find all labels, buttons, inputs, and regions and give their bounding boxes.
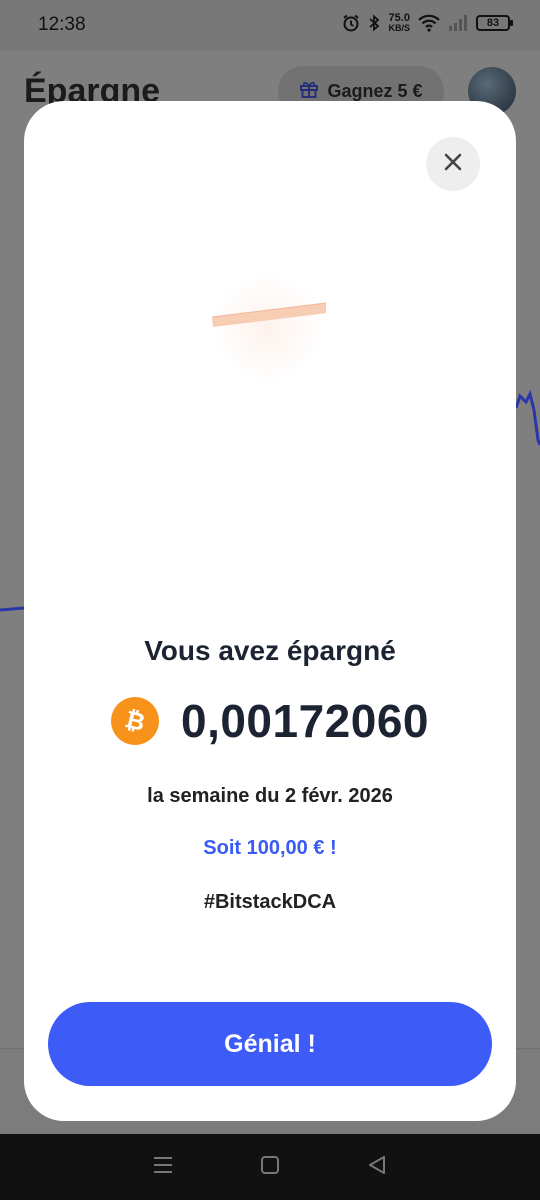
back-triangle-icon [367,1155,387,1180]
menu-icon [152,1156,174,1179]
bitcoin-amount: 0,00172060 [180,695,430,747]
home-square-icon [260,1155,280,1180]
home-button[interactable] [250,1147,290,1187]
gift-icon [299,79,319,104]
status-bar: 12:38 75.0 KB/S 83 [0,0,540,50]
status-time: 12:38 [38,14,86,35]
hashtag: #BitstackDCA [203,891,337,913]
referral-label: Gagnez 5 € [327,80,423,101]
back-button[interactable] [357,1147,397,1187]
recent-apps-button[interactable] [143,1147,183,1187]
system-navigation-bar [0,1134,540,1200]
euro-equivalent: Soit 100,00 € ! [203,837,337,859]
network-speed: 75.0 KB/S [388,12,410,33]
signal-icon [448,14,468,32]
celebration-illustration [210,273,327,383]
status-icons: 75.0 KB/S 83 [342,12,513,33]
bluetooth-icon [368,14,380,32]
battery-indicator: 83 [476,15,513,31]
savings-week: la semaine du 2 févr. 2026 [147,785,393,807]
alarm-icon [342,14,360,32]
svg-text:₿: ₿ [122,706,148,736]
amount-row: ₿ 0,00172060 [24,693,516,749]
savings-modal: Vous avez épargné ₿ 0,00172060 la semain… [24,101,516,1121]
confirm-button[interactable]: Génial ! [48,1002,492,1086]
bitcoin-icon: ₿ [110,697,159,745]
savings-headline: Vous avez épargné [144,635,396,666]
close-icon [444,153,462,176]
close-button[interactable] [426,137,480,191]
wifi-icon [418,14,440,32]
